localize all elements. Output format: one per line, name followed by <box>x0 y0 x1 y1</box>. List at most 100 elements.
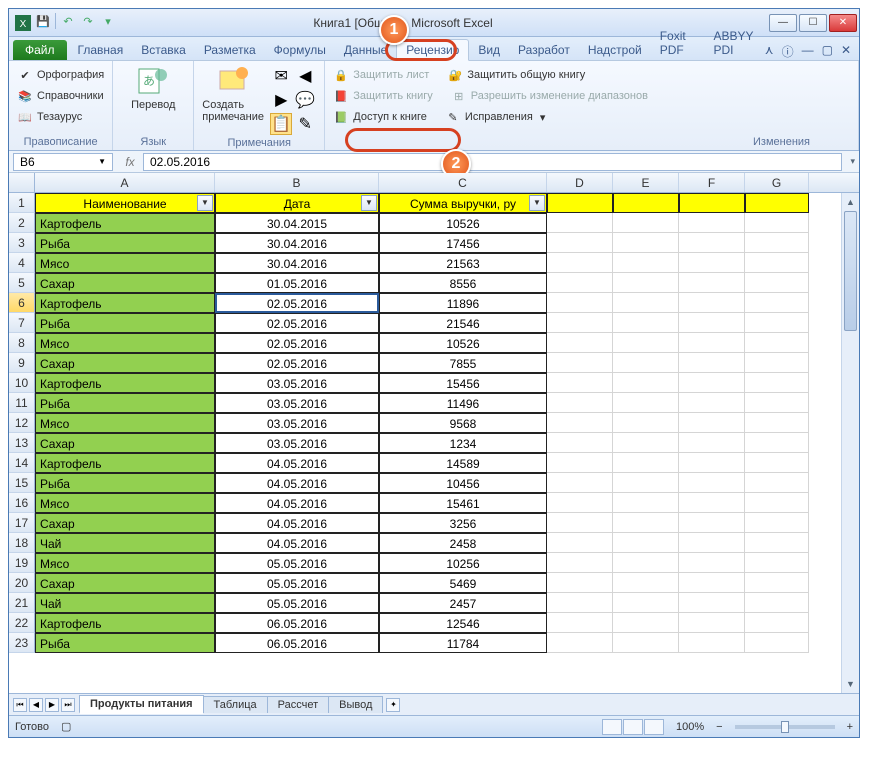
empty-cell[interactable] <box>679 593 745 613</box>
show-all-comments-icon[interactable]: 📋 <box>270 113 292 135</box>
empty-cell[interactable] <box>745 493 809 513</box>
empty-cell[interactable] <box>745 273 809 293</box>
cell-name[interactable]: Рыба <box>35 313 215 333</box>
row-header[interactable]: 2 <box>9 213 35 233</box>
row-header[interactable]: 21 <box>9 593 35 613</box>
col-header-A[interactable]: A <box>35 173 215 192</box>
cell-revenue[interactable]: 15456 <box>379 373 547 393</box>
cell-date[interactable]: 05.05.2016 <box>215 553 379 573</box>
empty-cell[interactable] <box>613 253 679 273</box>
empty-cell[interactable] <box>547 213 613 233</box>
cell-revenue[interactable]: 2457 <box>379 593 547 613</box>
cell-name[interactable]: Мясо <box>35 333 215 353</box>
cell-name[interactable]: Мясо <box>35 493 215 513</box>
tab-home[interactable]: Главная <box>69 40 133 60</box>
empty-cell[interactable] <box>679 393 745 413</box>
sheet-tab-3[interactable]: Рассчет <box>267 696 330 713</box>
scroll-down-icon[interactable]: ▼ <box>842 675 859 693</box>
maximize-button[interactable]: ☐ <box>799 14 827 32</box>
table-header-cell[interactable]: Дата▼ <box>215 193 379 213</box>
cell-revenue[interactable]: 14589 <box>379 453 547 473</box>
row-header[interactable]: 4 <box>9 253 35 273</box>
vertical-scrollbar[interactable]: ▲ ▼ <box>841 193 859 693</box>
delete-comment-icon[interactable]: ✉ <box>270 65 292 87</box>
cell-name[interactable]: Мясо <box>35 413 215 433</box>
row-header[interactable]: 12 <box>9 413 35 433</box>
zoom-level[interactable]: 100% <box>676 721 704 733</box>
col-header-G[interactable]: G <box>745 173 809 192</box>
empty-cell[interactable] <box>745 413 809 433</box>
tab-developer[interactable]: Разработ <box>509 40 579 60</box>
cell-date[interactable]: 04.05.2016 <box>215 533 379 553</box>
empty-cell[interactable] <box>679 253 745 273</box>
cell-date[interactable]: 03.05.2016 <box>215 433 379 453</box>
scroll-up-icon[interactable]: ▲ <box>842 193 859 211</box>
cell-name[interactable]: Рыба <box>35 633 215 653</box>
allow-ranges-button[interactable]: ⊞Разрешить изменение диапазонов <box>451 86 648 106</box>
select-all-corner[interactable] <box>9 173 35 192</box>
cell-name[interactable]: Сахар <box>35 433 215 453</box>
qat-more-icon[interactable]: ▾ <box>100 13 116 29</box>
empty-cell[interactable] <box>745 333 809 353</box>
cell-date[interactable]: 05.05.2016 <box>215 573 379 593</box>
view-normal-icon[interactable] <box>602 719 622 735</box>
empty-cell[interactable] <box>745 313 809 333</box>
empty-cell[interactable] <box>745 553 809 573</box>
cell-date[interactable]: 03.05.2016 <box>215 373 379 393</box>
cell-date[interactable]: 04.05.2016 <box>215 513 379 533</box>
empty-cell[interactable] <box>547 633 613 653</box>
empty-cell[interactable] <box>745 253 809 273</box>
cell-date[interactable]: 02.05.2016 <box>215 353 379 373</box>
empty-cell[interactable] <box>613 613 679 633</box>
cell-date[interactable]: 02.05.2016 <box>215 293 379 313</box>
empty-cell[interactable] <box>679 633 745 653</box>
cell-revenue[interactable]: 12546 <box>379 613 547 633</box>
empty-cell[interactable] <box>613 553 679 573</box>
empty-cell[interactable] <box>547 573 613 593</box>
row-header[interactable]: 16 <box>9 493 35 513</box>
cell-revenue[interactable]: 11784 <box>379 633 547 653</box>
cell-revenue[interactable]: 10526 <box>379 213 547 233</box>
cell-revenue[interactable]: 21563 <box>379 253 547 273</box>
cell-revenue[interactable]: 17456 <box>379 233 547 253</box>
empty-cell[interactable] <box>745 213 809 233</box>
protect-sheet-button[interactable]: 🔒Защитить лист <box>333 65 429 85</box>
empty-cell[interactable] <box>613 213 679 233</box>
empty-cell[interactable] <box>613 413 679 433</box>
close-button[interactable]: ✕ <box>829 14 857 32</box>
thesaurus-button[interactable]: 📖Тезаурус <box>17 107 104 127</box>
cell-revenue[interactable]: 21546 <box>379 313 547 333</box>
cell-name[interactable]: Картофель <box>35 293 215 313</box>
empty-cell[interactable] <box>613 393 679 413</box>
empty-cell[interactable] <box>613 473 679 493</box>
empty-cell[interactable] <box>679 453 745 473</box>
empty-cell[interactable] <box>745 373 809 393</box>
empty-cell[interactable] <box>745 433 809 453</box>
new-sheet-icon[interactable]: ✦ <box>386 698 400 712</box>
empty-cell[interactable] <box>547 593 613 613</box>
empty-cell[interactable] <box>679 413 745 433</box>
row-header-1[interactable]: 1 <box>9 193 35 213</box>
empty-cell[interactable] <box>745 633 809 653</box>
empty-cell[interactable] <box>547 413 613 433</box>
col-header-C[interactable]: C <box>379 173 547 192</box>
zoom-thumb[interactable] <box>781 721 789 733</box>
row-header[interactable]: 5 <box>9 273 35 293</box>
name-box[interactable]: B6 ▼ <box>13 153 113 171</box>
view-layout-icon[interactable] <box>623 719 643 735</box>
empty-cell[interactable] <box>547 533 613 553</box>
cell-date[interactable]: 02.05.2016 <box>215 333 379 353</box>
empty-cell[interactable] <box>613 193 679 213</box>
cell-date[interactable]: 04.05.2016 <box>215 493 379 513</box>
tab-foxit[interactable]: Foxit PDF <box>651 26 705 60</box>
protect-shared-button[interactable]: 🔐Защитить общую книгу <box>447 65 585 85</box>
ribbon-minimize-icon[interactable]: ⋏ <box>765 43 774 60</box>
empty-cell[interactable] <box>613 233 679 253</box>
cell-revenue[interactable]: 5469 <box>379 573 547 593</box>
cell-revenue[interactable]: 11896 <box>379 293 547 313</box>
empty-cell[interactable] <box>547 553 613 573</box>
tab-addins[interactable]: Надстрой <box>579 40 651 60</box>
cell-date[interactable]: 30.04.2016 <box>215 253 379 273</box>
empty-cell[interactable] <box>613 293 679 313</box>
cell-date[interactable]: 05.05.2016 <box>215 593 379 613</box>
